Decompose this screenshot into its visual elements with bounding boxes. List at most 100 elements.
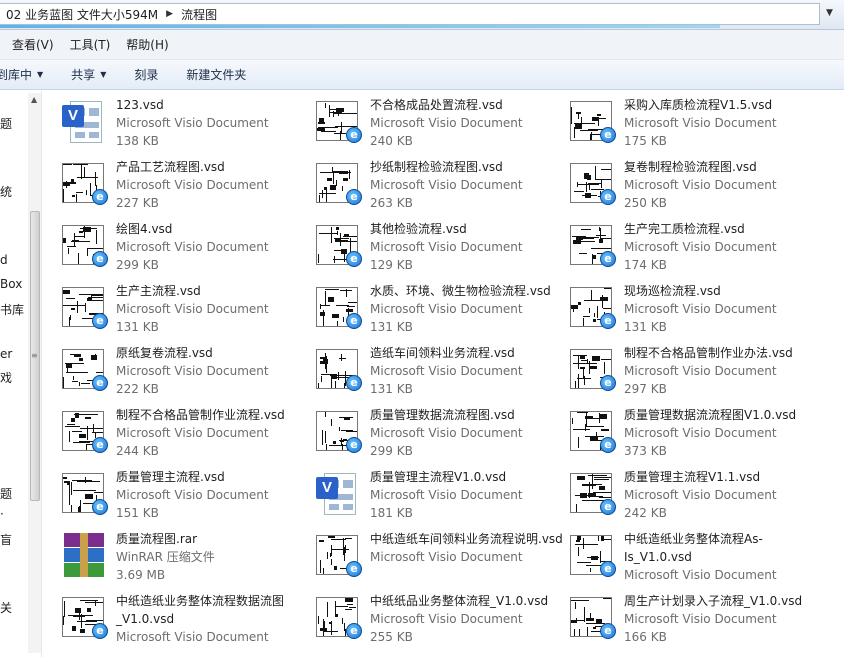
menu-view[interactable]: 查看(V)	[12, 36, 54, 53]
file-item[interactable]: V 质量管理主流程V1.0.vsd Microsoft Visio Document…	[310, 465, 564, 527]
nav-item[interactable]: 戏	[0, 369, 12, 386]
diagram-line	[90, 183, 91, 195]
file-item[interactable]: e 绘图4.vsd Microsoft Visio Document 299 KB	[56, 217, 310, 279]
diagram-line	[342, 186, 343, 191]
file-item[interactable]: e 质量管理数据流流程图V1.0.vsd Microsoft Visio Docum…	[564, 403, 818, 465]
diagram-line	[325, 103, 326, 108]
ie-badge-icon: e	[600, 313, 616, 329]
nav-item[interactable]: 题	[0, 115, 12, 132]
file-item[interactable]: e 原纸复卷流程.vsd Microsoft Visio Document 222 K…	[56, 341, 310, 403]
diagram-block	[329, 622, 332, 624]
file-item[interactable]: e 质量管理主流程V1.1.vsd Microsoft Visio Document…	[564, 465, 818, 527]
ie-badge-icon: e	[346, 313, 362, 329]
nav-item[interactable]: er	[0, 347, 12, 361]
scroll-up-icon[interactable]: ▲	[31, 95, 37, 104]
include-in-library-button[interactable]: 到库中 ▼	[0, 66, 57, 83]
diagram-line	[73, 490, 96, 491]
diagram-block	[332, 314, 339, 318]
file-item[interactable]: e 中纸造纸车间领料业务流程说明.vsd Microsoft Visio Docum…	[310, 527, 564, 589]
file-item[interactable]: e 不合格成品处置流程.vsd Microsoft Visio Document 24…	[310, 93, 564, 155]
file-item[interactable]: e 水质、环境、微生物检验流程.vsd Microsoft Visio Docume…	[310, 279, 564, 341]
diagram-line	[73, 376, 74, 380]
diagram-block	[70, 182, 76, 184]
file-meta: 123.vsd Microsoft Visio Document 138 KB	[116, 96, 269, 150]
diagram-block	[91, 355, 97, 360]
diagram-line	[595, 179, 611, 180]
diagram-line	[345, 538, 352, 539]
file-meta: 制程不合格品管制作业流程.vsd Microsoft Visio Document…	[116, 406, 285, 460]
file-item[interactable]: e 中纸造纸业务整体流程As-Is_V1.0.vsd Microsoft Visio…	[564, 527, 818, 589]
nav-item[interactable]: 题	[0, 485, 12, 502]
diagram-block	[63, 182, 70, 186]
file-thumbnail: e	[60, 223, 110, 269]
address-bar: 02 业务蓝图 文件大小594M ▶ 流程图 ▼	[0, 0, 844, 30]
new-folder-button[interactable]: 新建文件夹	[172, 66, 260, 83]
diagram-line	[95, 172, 96, 186]
file-item[interactable]: e 质量管理数据流流程图.vsd Microsoft Visio Document 2…	[310, 403, 564, 465]
diagram-line	[325, 289, 339, 290]
file-type: Microsoft Visio Document	[624, 568, 777, 582]
nav-item[interactable]: 盲	[0, 531, 12, 548]
nav-item[interactable]: 书库	[0, 301, 24, 318]
file-item[interactable]: e 周生产计划录入子流程_V1.0.vsd Microsoft Visio Docu…	[564, 589, 818, 651]
file-name: 不合格成品处置流程.vsd	[370, 98, 503, 112]
diagram-line	[76, 194, 77, 202]
diagram-block	[344, 417, 350, 420]
diagram-line	[335, 606, 348, 607]
file-item[interactable]: e 中纸纸品业务整体流程_V1.0.vsd Microsoft Visio Docu…	[310, 589, 564, 651]
nav-item[interactable]: Box	[0, 277, 22, 291]
diagram-block	[576, 112, 581, 114]
nav-item[interactable]: 统	[0, 183, 12, 200]
file-item[interactable]: e 造纸车间领料业务流程.vsd Microsoft Visio Document 1…	[310, 341, 564, 403]
file-item[interactable]: 质量流程图.rar WinRAR 压缩文件 3.69 MB	[56, 527, 310, 589]
diagram-line	[584, 607, 585, 622]
file-item[interactable]: e 复卷制程检验流程图.vsd Microsoft Visio Document 25…	[564, 155, 818, 217]
file-item[interactable]: V 123.vsd Microsoft Visio Document 138 KB	[56, 93, 310, 155]
file-thumbnail: e	[314, 161, 364, 207]
file-item[interactable]: e 现场巡检流程.vsd Microsoft Visio Document 131 K…	[564, 279, 818, 341]
share-button[interactable]: 共享 ▼	[57, 66, 120, 83]
diagram-line	[333, 172, 351, 173]
diagram-line	[73, 616, 85, 617]
file-thumbnail: e	[568, 99, 618, 145]
diagram-block	[593, 627, 596, 629]
diagram-line	[331, 419, 332, 426]
file-item[interactable]: e 生产主流程.vsd Microsoft Visio Document 131 KB	[56, 279, 310, 341]
diagram-line	[598, 536, 599, 541]
file-meta: 采购入库质检流程V1.5.vsd Microsoft Visio Document…	[624, 96, 777, 150]
address-field[interactable]: 02 业务蓝图 文件大小594M ▶ 流程图	[0, 3, 820, 25]
diagram-line	[63, 164, 72, 165]
diagram-line	[588, 183, 602, 184]
file-item[interactable]: e 抄纸制程检验流程图.vsd Microsoft Visio Document 26…	[310, 155, 564, 217]
file-item[interactable]: e 采购入库质检流程V1.5.vsd Microsoft Visio Documen…	[564, 93, 818, 155]
file-size: 299 KB	[116, 258, 159, 272]
file-item[interactable]: e 制程不合格品管制作业办法.vsd Microsoft Visio Documen…	[564, 341, 818, 403]
address-dropdown-icon[interactable]: ▼	[826, 8, 833, 18]
file-size: 263 KB	[370, 196, 413, 210]
file-size: 244 KB	[116, 444, 159, 458]
nav-item[interactable]: d	[0, 253, 8, 267]
file-item[interactable]: e 其他检验流程.vsd Microsoft Visio Document 129 K…	[310, 217, 564, 279]
diagram-block	[344, 234, 349, 236]
breadcrumb-parent[interactable]: 02 业务蓝图 文件大小594M	[6, 6, 158, 23]
menu-tools[interactable]: 工具(T)	[70, 36, 111, 53]
ie-badge-icon: e	[346, 127, 362, 143]
diagram-line	[337, 321, 338, 326]
file-item[interactable]: e 制程不合格品管制作业流程.vsd Microsoft Visio Documen…	[56, 403, 310, 465]
diagram-block	[320, 628, 327, 631]
breadcrumb-separator-icon[interactable]: ▶	[166, 9, 173, 19]
nav-scrollbar[interactable]: ▲ ≡	[28, 93, 41, 653]
visio-shape	[89, 108, 99, 116]
burn-button[interactable]: 刻录	[120, 66, 172, 83]
file-item[interactable]: e 产品工艺流程图.vsd Microsoft Visio Document 227 …	[56, 155, 310, 217]
file-item[interactable]: e 中纸造纸业务整体流程数据流图_V1.0.vsd Microsoft Visio …	[56, 589, 310, 651]
file-item[interactable]: e 质量管理主流程.vsd Microsoft Visio Document 151 …	[56, 465, 310, 527]
file-type: Microsoft Visio Document	[370, 612, 523, 626]
nav-item[interactable]: ·	[0, 507, 4, 521]
file-meta: 生产完工质检流程.vsd Microsoft Visio Document 174 …	[624, 220, 777, 274]
menu-help[interactable]: 帮助(H)	[126, 36, 168, 53]
file-item[interactable]: e 生产完工质检流程.vsd Microsoft Visio Document 174…	[564, 217, 818, 279]
breadcrumb-current[interactable]: 流程图	[181, 6, 217, 23]
nav-item[interactable]: 关	[0, 599, 12, 616]
diagram-block	[80, 629, 85, 633]
